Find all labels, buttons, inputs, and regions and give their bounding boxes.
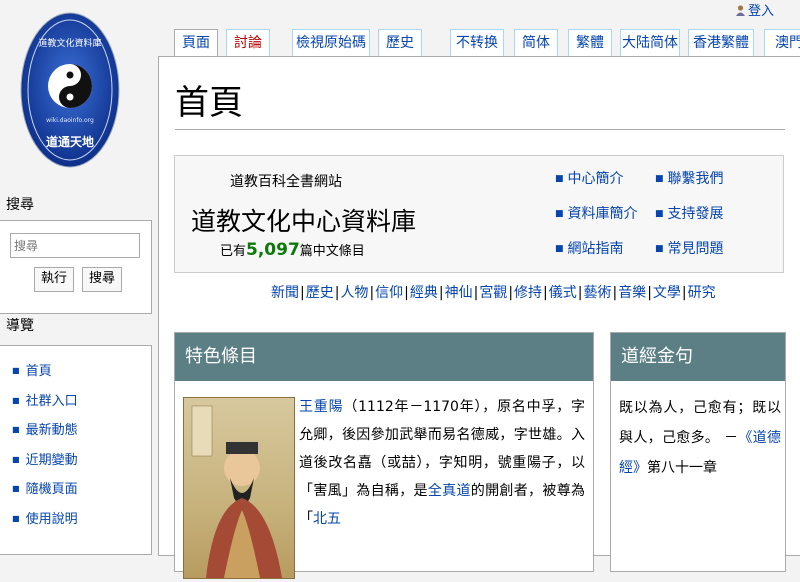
- logo-domain: wiki.daoinfo.org: [46, 117, 94, 124]
- nav-item-news[interactable]: ■ 最新動態: [12, 419, 78, 449]
- tab-history[interactable]: 歷史: [378, 29, 422, 56]
- nav-item-community[interactable]: ■ 社群入口: [12, 390, 78, 420]
- category-link[interactable]: 音樂: [618, 285, 646, 301]
- category-link[interactable]: 宮觀: [479, 285, 507, 301]
- article-count: 已有5,097篇中文條目: [220, 240, 365, 260]
- nav-item-home[interactable]: ■ 首頁: [12, 360, 78, 390]
- quanzhen-link[interactable]: 全真道: [428, 483, 471, 499]
- bullet-icon: ■: [12, 425, 20, 434]
- category-link[interactable]: 儀式: [549, 285, 577, 301]
- nav-list: ■ 首頁 ■ 社群入口 ■ 最新動態 ■ 近期變動 ■ 隨機頁面 ■ 使用說明: [12, 360, 78, 537]
- tab-mainland-simplified[interactable]: 大陆简体: [620, 29, 680, 56]
- nav-item-help[interactable]: ■ 使用說明: [12, 508, 78, 538]
- tab-macau[interactable]: 澳門: [764, 29, 800, 56]
- scripture-quote-box: 道經金句 既以為人，己愈有；既以與人，己愈多。 －《道德經》第八十一章: [610, 332, 786, 572]
- link-center-intro[interactable]: ■ 中心簡介: [555, 168, 624, 188]
- bullet-icon: ■: [555, 174, 564, 184]
- category-link[interactable]: 信仰: [375, 285, 403, 301]
- quote-header: 道經金句: [611, 333, 785, 381]
- bullet-icon: ■: [12, 366, 20, 375]
- bullet-icon: ■: [12, 395, 20, 405]
- category-link[interactable]: 新聞: [271, 285, 299, 301]
- count-prefix: 已有: [220, 244, 247, 259]
- link-support[interactable]: ■ 支持發展: [655, 203, 724, 223]
- bullet-icon: ■: [655, 244, 664, 254]
- link-database-intro[interactable]: ■ 資料庫簡介: [555, 203, 638, 223]
- bullet-icon: ■: [12, 513, 20, 523]
- category-link[interactable]: 神仙: [445, 285, 473, 301]
- featured-text: 王重陽（1112年－1170年），原名中孚，字允卿，後因參加武舉而易名德威，字世…: [299, 399, 586, 527]
- search-button[interactable]: 搜尋: [82, 267, 122, 292]
- nav-item-random-page[interactable]: ■ 隨機頁面: [12, 478, 78, 508]
- search-title: 搜尋: [6, 197, 34, 213]
- tab-page[interactable]: 頁面: [174, 29, 218, 58]
- navigation-portlet: 導覽 ■ 首頁 ■ 社群入口 ■ 最新動態 ■ 近期變動 ■ 隨機頁面 ■ 使用說明: [0, 315, 152, 555]
- category-link[interactable]: 研究: [688, 285, 716, 301]
- site-logo[interactable]: 道教文化資料庫 wiki.daoinfo.org 道通天地: [20, 10, 120, 168]
- count-value: 5,097: [246, 240, 300, 260]
- category-link[interactable]: 修持: [514, 285, 542, 301]
- category-link[interactable]: 歷史: [306, 285, 334, 301]
- tab-discussion[interactable]: 討論: [226, 29, 270, 56]
- beiwu-link[interactable]: 北五: [313, 511, 341, 527]
- bullet-icon: ■: [655, 174, 664, 184]
- bullet-icon: ■: [555, 209, 564, 219]
- featured-name-link[interactable]: 王重陽: [299, 399, 343, 415]
- intro-main-title: 道教文化中心資料庫: [191, 207, 417, 236]
- quote-text: 既以為人，己愈有；既以與人，己愈多。 －《道德經》第八十一章: [619, 400, 781, 476]
- link-contact-us[interactable]: ■ 聯繫我們: [655, 168, 724, 188]
- category-bar: 新聞|歷史|人物|信仰|經典|神仙|宮觀|修持|儀式|藝術|音樂|文學|研究: [271, 285, 716, 301]
- logo-ring-text: 道教文化資料庫: [38, 37, 101, 49]
- category-link[interactable]: 經典: [410, 285, 438, 301]
- count-suffix: 篇中文條目: [299, 244, 365, 259]
- personal-tools: 登入: [735, 0, 774, 19]
- featured-article-box: 特色條目 王重陽（1112年－1170年），原名中孚，字允卿，後因參加武舉而易名…: [174, 332, 594, 579]
- main-content: 首頁 道教百科全書網站 道教文化中心資料庫 已有5,097篇中文條目 ■ 中心簡介…: [158, 56, 800, 579]
- search-panel: 執行 搜尋: [0, 220, 152, 314]
- nav-panel: ■ 首頁 ■ 社群入口 ■ 最新動態 ■ 近期變動 ■ 隨機頁面 ■ 使用說明: [0, 345, 152, 555]
- tab-no-convert[interactable]: 不转换: [450, 29, 504, 56]
- login-link[interactable]: 登入: [748, 4, 774, 19]
- search-portlet: 搜尋 執行 搜尋: [0, 194, 152, 314]
- search-input[interactable]: [10, 233, 140, 258]
- featured-header: 特色條目: [175, 333, 593, 381]
- category-link[interactable]: 藝術: [583, 285, 611, 301]
- tab-view-source[interactable]: 檢視原始碼: [292, 29, 370, 56]
- tab-traditional[interactable]: 繁體: [568, 29, 612, 56]
- logo-site-name: 道通天地: [46, 134, 94, 149]
- intro-subtitle: 道教百科全書網站: [230, 174, 342, 190]
- go-button[interactable]: 執行: [34, 267, 74, 292]
- category-link[interactable]: 人物: [340, 285, 368, 301]
- link-faq[interactable]: ■ 常見問題: [655, 238, 724, 258]
- bullet-icon: ■: [555, 244, 564, 254]
- nav-title: 導覽: [6, 318, 34, 334]
- featured-portrait-image[interactable]: [183, 397, 295, 579]
- category-link[interactable]: 文學: [653, 285, 681, 301]
- nav-item-recent-changes[interactable]: ■ 近期變動: [12, 449, 78, 479]
- page-title: 首頁: [175, 83, 785, 130]
- intro-box: 道教百科全書網站 道教文化中心資料庫 已有5,097篇中文條目 ■ 中心簡介 ■ 聯…: [174, 155, 784, 273]
- bullet-icon: ■: [655, 209, 664, 219]
- link-site-guide[interactable]: ■ 網站指南: [555, 238, 624, 258]
- bullet-icon: ■: [12, 454, 20, 464]
- tab-simplified[interactable]: 简体: [514, 29, 558, 56]
- bullet-icon: ■: [12, 484, 20, 493]
- user-icon: [735, 5, 745, 16]
- tab-hongkong-traditional[interactable]: 香港繁體: [688, 29, 754, 56]
